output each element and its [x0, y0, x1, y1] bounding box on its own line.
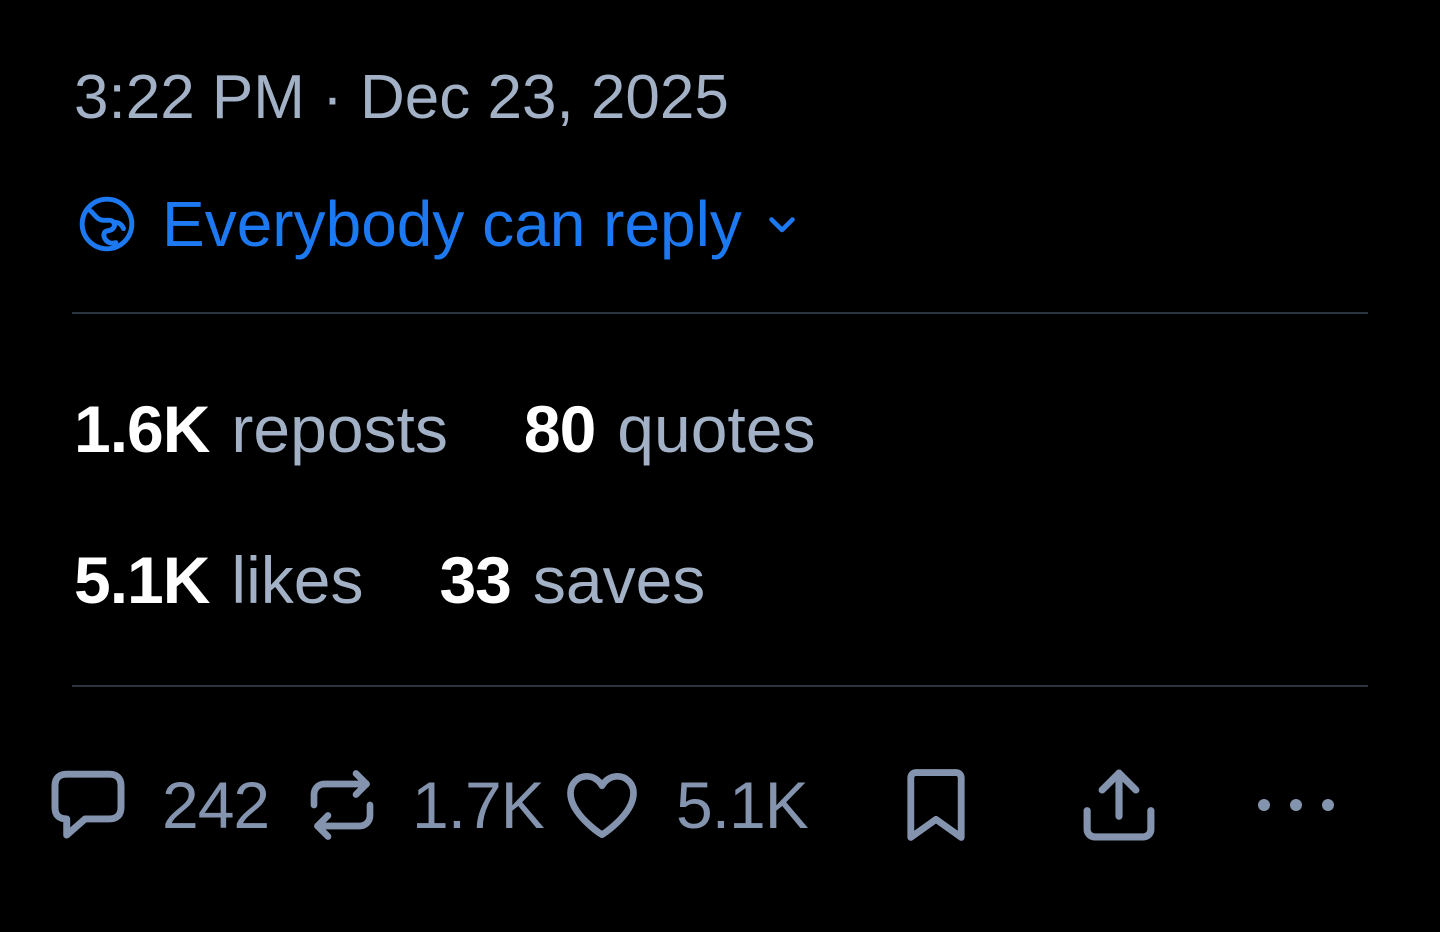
more-options-button[interactable]	[1250, 750, 1342, 860]
reply-setting-label: Everybody can reply	[162, 188, 742, 260]
chevron-down-icon	[764, 206, 800, 242]
bookmark-button[interactable]	[900, 750, 972, 860]
action-bar: 242 1.7K 5.1K	[0, 750, 1440, 860]
reposts-stat[interactable]: 1.6K reposts	[74, 390, 448, 468]
quotes-stat[interactable]: 80 quotes	[524, 390, 816, 468]
globe-icon	[76, 193, 138, 255]
likes-label: likes	[231, 543, 364, 617]
repost-arrows-icon	[300, 763, 384, 847]
repost-count: 1.7K	[412, 768, 545, 842]
reposts-label: reposts	[231, 392, 448, 466]
like-count: 5.1K	[676, 768, 809, 842]
reposts-count: 1.6K	[74, 392, 210, 466]
reply-setting-button[interactable]: Everybody can reply	[76, 186, 800, 262]
saves-label: saves	[532, 543, 706, 617]
speech-bubble-icon	[44, 761, 132, 849]
like-button[interactable]: 5.1K	[560, 750, 809, 860]
share-button[interactable]	[1074, 750, 1164, 860]
likes-count: 5.1K	[74, 543, 210, 617]
reply-count: 242	[162, 768, 270, 842]
quotes-label: quotes	[617, 392, 816, 466]
share-upload-icon	[1074, 760, 1164, 850]
post-timestamp[interactable]: 3:22 PM · Dec 23, 2025	[74, 62, 729, 134]
saves-count: 33	[439, 543, 511, 617]
bookmark-icon	[900, 761, 972, 849]
divider-top	[72, 312, 1368, 314]
repost-button[interactable]: 1.7K	[300, 750, 545, 860]
ellipsis-icon	[1250, 790, 1342, 820]
stats-row-1: 1.6K reposts 80 quotes	[74, 390, 815, 468]
quotes-count: 80	[523, 392, 596, 466]
heart-icon	[560, 763, 644, 847]
saves-stat[interactable]: 33 saves	[439, 541, 705, 619]
likes-stat[interactable]: 5.1K likes	[74, 541, 363, 619]
stats-row-2: 5.1K likes 33 saves	[74, 541, 705, 619]
divider-bottom	[72, 685, 1368, 687]
reply-button[interactable]: 242	[44, 750, 270, 860]
